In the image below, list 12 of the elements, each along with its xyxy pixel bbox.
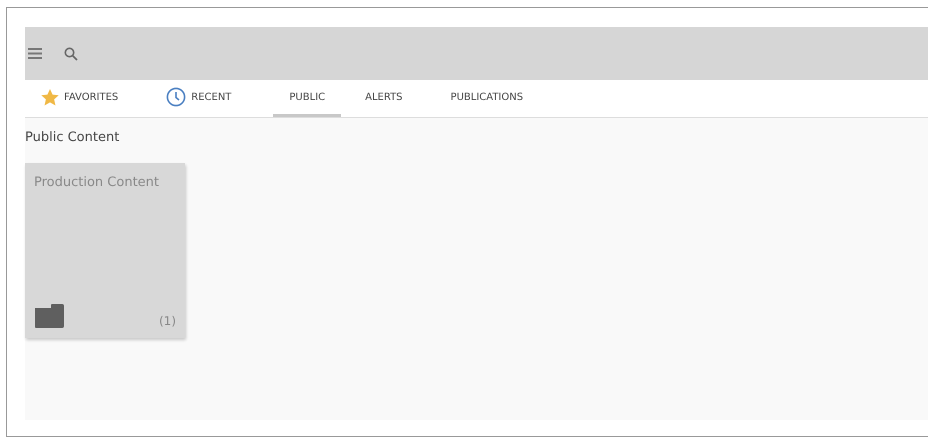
tab[interactable]: ALERTS	[359, 80, 423, 117]
clock-icon	[166, 87, 186, 107]
tab[interactable]: RECENT	[160, 80, 252, 117]
menu-icon[interactable]	[28, 48, 42, 59]
card-title: Production Content	[34, 175, 160, 190]
star-icon	[41, 88, 59, 106]
tab[interactable]: PUBLICATIONS	[444, 80, 544, 117]
tab[interactable]: FAVORITES	[35, 80, 138, 117]
item-count: (1)	[159, 314, 176, 328]
search-icon[interactable]	[64, 46, 78, 60]
section-title: Public Content	[25, 130, 120, 145]
folder-icon	[34, 304, 64, 328]
